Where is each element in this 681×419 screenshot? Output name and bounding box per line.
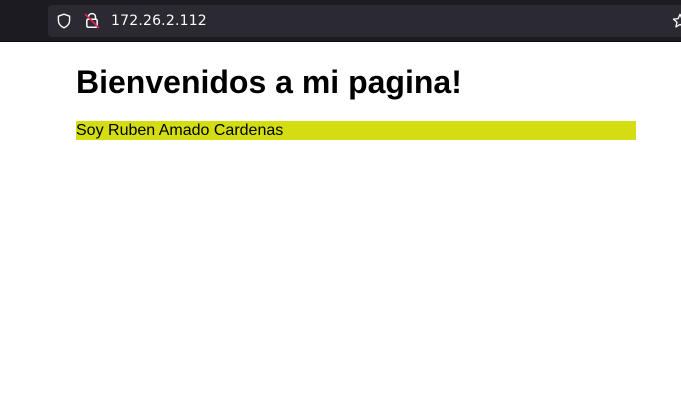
shield-icon[interactable] [56,13,72,29]
page-title: Bienvenidos a mi pagina! [76,64,462,100]
browser-toolbar: 172.26.2.112 [0,0,681,42]
star-icon[interactable] [672,13,681,29]
url-bar[interactable]: 172.26.2.112 [48,5,681,37]
intro-highlight: Soy Ruben Amado Cardenas [76,121,636,140]
intro-text: Soy Ruben Amado Cardenas [76,122,284,139]
page-content: Bienvenidos a mi pagina! Soy Ruben Amado… [0,42,681,419]
lock-insecure-icon[interactable] [84,12,100,29]
url-text[interactable]: 172.26.2.112 [111,12,207,30]
